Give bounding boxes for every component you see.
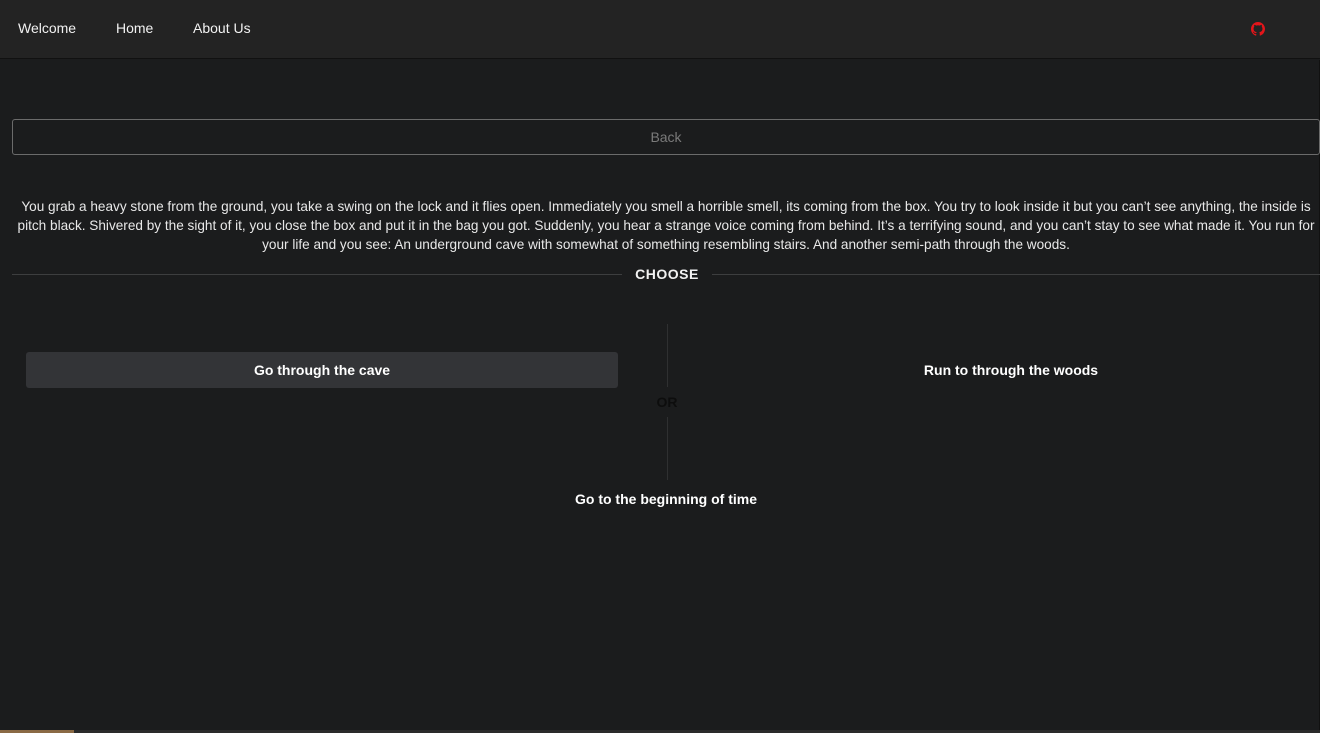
github-icon[interactable] [1251, 22, 1265, 36]
main-content: Back You grab a heavy stone from the gro… [0, 60, 1320, 730]
vertical-divider-top [667, 324, 668, 387]
choose-heading: CHOOSE [635, 266, 699, 282]
nav-item-home[interactable]: Home [116, 20, 153, 36]
story-text: You grab a heavy stone from the ground, … [17, 199, 1315, 252]
option-run-through-woods-button[interactable]: Run to through the woods [716, 352, 1306, 388]
nav-item-about-us[interactable]: About Us [193, 20, 251, 36]
divider-right [712, 274, 1320, 275]
back-button[interactable]: Back [12, 119, 1320, 155]
top-navbar: Welcome Home About Us [0, 0, 1320, 59]
nav-item-welcome[interactable]: Welcome [18, 20, 76, 36]
option-go-through-cave-button[interactable]: Go through the cave [26, 352, 618, 388]
vertical-divider-bottom [667, 417, 668, 480]
divider-left [12, 274, 622, 275]
option-beginning-of-time-button[interactable]: Go to the beginning of time [480, 481, 852, 517]
or-label: OR [656, 394, 678, 410]
